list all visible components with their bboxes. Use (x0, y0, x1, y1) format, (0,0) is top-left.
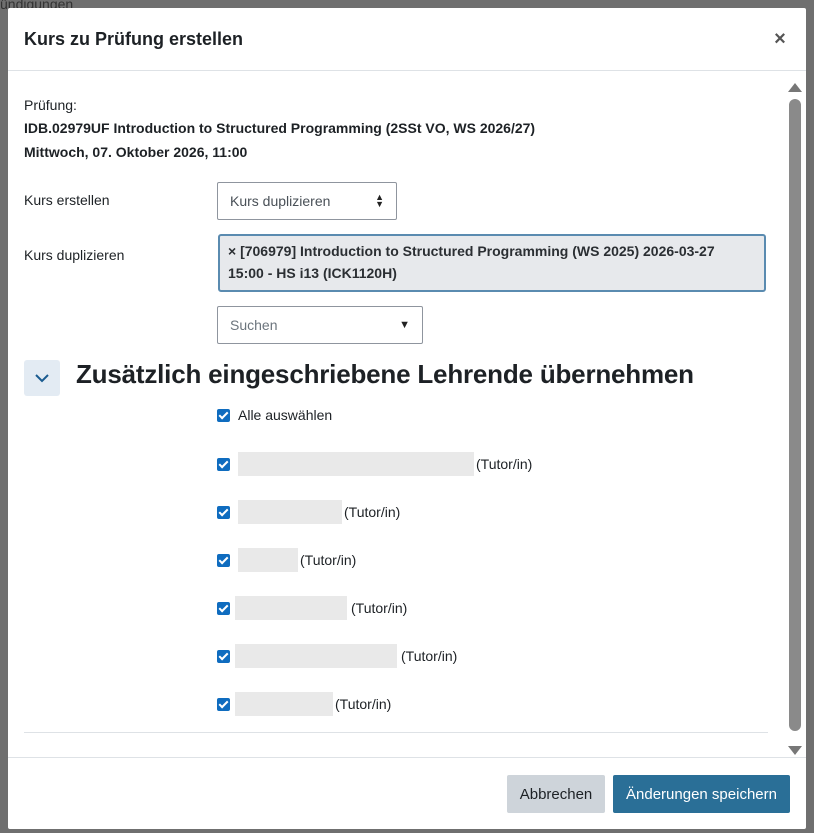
scroll-down-arrow-icon[interactable] (788, 746, 802, 755)
select-all-label: Alle auswählen (238, 407, 333, 423)
teachers-section-heading: Zusätzlich eingeschriebene Lehrende über… (76, 359, 694, 389)
selected-course-tag-line1: × [706979] Introduction to Structured Pr… (228, 243, 715, 259)
close-icon[interactable]: × (770, 28, 790, 51)
teacher-role: (Tutor/in) (300, 552, 357, 568)
teacher-role: (Tutor/in) (401, 648, 458, 664)
scroll-up-arrow-icon[interactable] (788, 83, 802, 92)
save-changes-button[interactable]: Änderungen speichern (613, 775, 790, 813)
redacted-name (235, 596, 347, 620)
teacher-checkbox[interactable] (217, 649, 230, 663)
teacher-role: (Tutor/in) (351, 600, 408, 616)
caret-down-icon: ▼ (399, 319, 410, 331)
select-updown-icon: ▲ ▼ (375, 192, 384, 209)
course-creation-dialog: Kurs zu Prüfung erstellen × Prüfung: IDB… (8, 8, 806, 829)
dialog-title: Kurs zu Prüfung erstellen (24, 28, 244, 49)
redacted-name (235, 692, 333, 716)
teacher-role: (Tutor/in) (476, 456, 533, 472)
redacted-name (238, 548, 298, 572)
chevron-down-icon[interactable] (24, 360, 60, 396)
teacher-role: (Tutor/in) (335, 696, 392, 712)
teacher-row[interactable]: (Tutor/in) (217, 644, 457, 668)
teacher-checkbox[interactable] (217, 457, 230, 471)
dialog-footer: Abbrechen Änderungen speichern (8, 757, 806, 829)
selected-course-tag[interactable]: × [706979] Introduction to Structured Pr… (218, 234, 766, 292)
teacher-row[interactable]: (Tutor/in) (217, 692, 391, 716)
scrollbar-thumb[interactable] (789, 99, 801, 731)
duplicate-course-label: Kurs duplizieren (24, 247, 125, 263)
create-course-select[interactable]: Kurs duplizieren ▲ ▼ (217, 182, 397, 220)
exam-title: IDB.02979UF Introduction to Structured P… (24, 120, 536, 136)
create-course-label: Kurs erstellen (24, 192, 110, 208)
dialog-body: Prüfung: IDB.02979UF Introduction to Str… (8, 71, 806, 757)
redacted-name (235, 644, 397, 668)
exam-label: Prüfung: (24, 97, 77, 113)
teacher-row[interactable]: (Tutor/in) (217, 452, 532, 476)
course-search-select[interactable]: Suchen ▼ (217, 306, 423, 344)
dialog-header: Kurs zu Prüfung erstellen × (8, 8, 806, 71)
body-divider (24, 732, 768, 733)
teacher-row[interactable]: (Tutor/in) (217, 548, 356, 572)
teacher-checkbox[interactable] (217, 553, 230, 567)
select-all-row[interactable]: Alle auswählen (217, 407, 332, 423)
teacher-checkbox[interactable] (217, 505, 230, 519)
select-all-checkbox[interactable] (217, 408, 230, 422)
teacher-role: (Tutor/in) (344, 504, 401, 520)
cancel-button[interactable]: Abbrechen (507, 775, 605, 813)
exam-date: Mittwoch, 07. Oktober 2026, 11:00 (24, 144, 248, 160)
scrollbar[interactable] (788, 77, 802, 755)
teacher-checkbox[interactable] (217, 601, 230, 615)
course-search-placeholder: Suchen (230, 317, 278, 333)
redacted-name (238, 452, 474, 476)
teacher-row[interactable]: (Tutor/in) (217, 596, 407, 620)
teacher-checkbox[interactable] (217, 697, 230, 711)
selected-course-tag-line2: 15:00 - HS i13 (ICK1120H) (228, 265, 397, 281)
redacted-name (238, 500, 342, 524)
teacher-row[interactable]: (Tutor/in) (217, 500, 400, 524)
create-course-selected-value: Kurs duplizieren (230, 193, 331, 209)
